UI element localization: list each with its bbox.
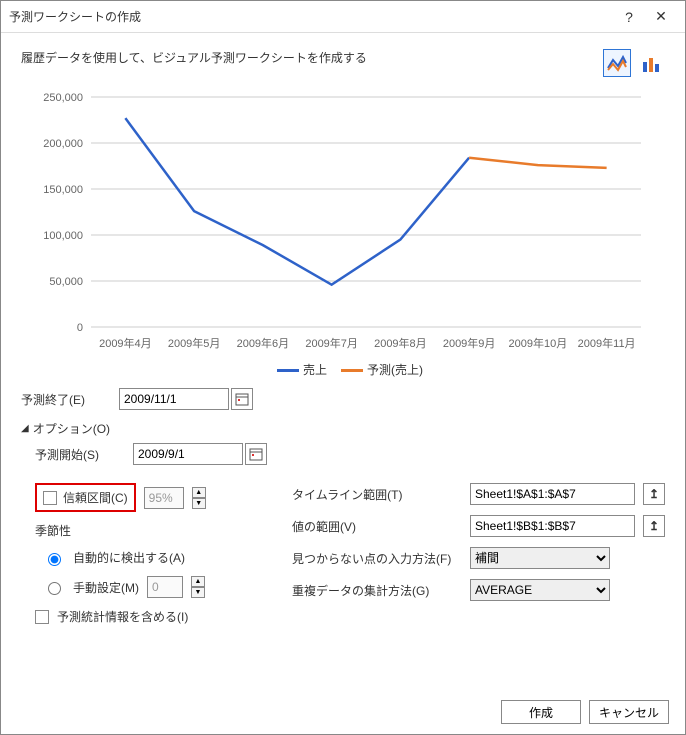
- confidence-highlight: 信頼区間(C): [35, 483, 136, 512]
- chart-legend: 売上 予測(売上): [21, 361, 665, 378]
- seasonality-manual-input: [147, 576, 183, 598]
- forecast-end-datepicker-button[interactable]: [231, 388, 253, 410]
- timeline-range-input[interactable]: [470, 483, 635, 505]
- svg-text:2009年9月: 2009年9月: [443, 336, 496, 350]
- forecast-start-datepicker-button[interactable]: [245, 443, 267, 465]
- forecast-start-label: 予測開始(S): [35, 446, 125, 463]
- seasonality-manual-radio[interactable]: [48, 582, 61, 595]
- svg-text:100,000: 100,000: [43, 230, 83, 242]
- confidence-spin-down[interactable]: ▼: [192, 498, 206, 509]
- svg-text:2009年8月: 2009年8月: [374, 336, 427, 350]
- cancel-button[interactable]: キャンセル: [589, 700, 669, 724]
- values-range-input[interactable]: [470, 515, 635, 537]
- seasonality-spin-up[interactable]: ▲: [191, 576, 205, 587]
- range-picker-icon: ↥: [649, 487, 659, 501]
- calendar-icon: [235, 392, 249, 406]
- window-title: 予測ワークシートの作成: [9, 8, 613, 25]
- timeline-range-label: タイムライン範囲(T): [292, 486, 462, 503]
- seasonality-label: 季節性: [35, 522, 274, 539]
- svg-text:150,000: 150,000: [43, 184, 83, 196]
- svg-text:2009年10月: 2009年10月: [509, 336, 568, 350]
- svg-text:2009年6月: 2009年6月: [237, 336, 290, 350]
- svg-text:2009年4月: 2009年4月: [99, 336, 152, 350]
- svg-text:0: 0: [77, 322, 83, 334]
- chart-type-line-button[interactable]: [603, 49, 631, 77]
- chevron-down-icon: ◢: [21, 423, 29, 434]
- forecast-end-label: 予測終了(E): [21, 391, 111, 408]
- create-button[interactable]: 作成: [501, 700, 581, 724]
- help-button[interactable]: ?: [613, 9, 645, 25]
- svg-text:50,000: 50,000: [49, 276, 83, 288]
- confidence-value-input: [144, 487, 184, 509]
- include-stats-checkbox[interactable]: [35, 610, 49, 624]
- confidence-spin-up[interactable]: ▲: [192, 487, 206, 498]
- confidence-checkbox[interactable]: [43, 491, 57, 505]
- aggregate-label: 重複データの集計方法(G): [292, 582, 462, 599]
- forecast-start-input[interactable]: [133, 443, 243, 465]
- svg-text:2009年5月: 2009年5月: [168, 336, 221, 350]
- chart-type-group: [603, 49, 665, 77]
- missing-points-label: 見つからない点の入力方法(F): [292, 550, 462, 567]
- dialog-subtitle: 履歴データを使用して、ビジュアル予測ワークシートを作成する: [21, 49, 603, 66]
- svg-text:2009年11月: 2009年11月: [578, 336, 636, 350]
- svg-text:250,000: 250,000: [43, 92, 83, 104]
- seasonality-auto-radio[interactable]: [48, 553, 61, 566]
- seasonality-spin-down[interactable]: ▼: [191, 587, 205, 598]
- seasonality-manual-label: 手動設定(M): [73, 579, 139, 596]
- line-chart-icon: [606, 52, 628, 74]
- range-picker-icon: ↥: [649, 519, 659, 533]
- missing-points-select[interactable]: 補間: [470, 547, 610, 569]
- calendar-icon: [249, 447, 263, 461]
- titlebar: 予測ワークシートの作成 ? ✕: [1, 1, 685, 33]
- forecast-chart: 0 50,000 100,000 150,000 200,000 250,000 2009年…: [21, 87, 661, 357]
- column-chart-icon: [640, 52, 662, 74]
- svg-text:200,000: 200,000: [43, 138, 83, 150]
- seasonality-auto-label: 自動的に検出する(A): [73, 549, 185, 566]
- legend-entry: 予測(売上): [367, 363, 423, 377]
- dialog-content: 履歴データを使用して、ビジュアル予測ワークシートを作成する: [1, 33, 685, 690]
- forecast-dialog: 予測ワークシートの作成 ? ✕ 履歴データを使用して、ビジュアル予測ワークシート…: [0, 0, 686, 735]
- values-range-label: 値の範囲(V): [292, 518, 462, 535]
- close-button[interactable]: ✕: [645, 8, 677, 25]
- confidence-label: 信頼区間(C): [63, 489, 128, 506]
- confidence-spinner: ▲ ▼: [192, 487, 206, 509]
- dialog-footer: 作成 キャンセル: [1, 690, 685, 734]
- aggregate-select[interactable]: AVERAGE: [470, 579, 610, 601]
- svg-text:2009年7月: 2009年7月: [305, 336, 358, 350]
- values-range-picker-button[interactable]: ↥: [643, 515, 665, 537]
- chart-type-column-button[interactable]: [637, 49, 665, 77]
- legend-entry: 売上: [303, 363, 327, 377]
- options-toggle[interactable]: ◢ オプション(O): [21, 420, 665, 437]
- forecast-end-input[interactable]: [119, 388, 229, 410]
- timeline-range-picker-button[interactable]: ↥: [643, 483, 665, 505]
- chart-container: 0 50,000 100,000 150,000 200,000 250,000 2009年…: [21, 87, 665, 378]
- include-stats-label: 予測統計情報を含める(I): [57, 608, 188, 625]
